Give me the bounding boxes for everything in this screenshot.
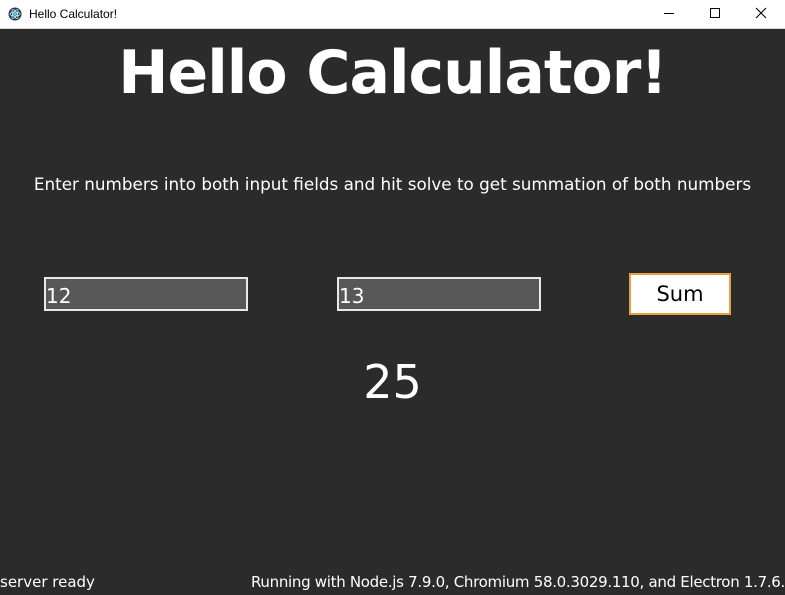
page-title: Hello Calculator! [118, 38, 667, 108]
second-number-input[interactable] [337, 277, 541, 311]
minimize-button[interactable] [646, 0, 692, 29]
result-value: 25 [363, 355, 422, 409]
first-number-input[interactable] [44, 277, 248, 311]
maximize-button[interactable] [692, 0, 738, 29]
window-titlebar: Hello Calculator! [0, 0, 785, 29]
close-icon [755, 6, 767, 24]
close-button[interactable] [738, 0, 784, 29]
window-title: Hello Calculator! [29, 7, 118, 21]
sum-button[interactable]: Sum [629, 273, 731, 315]
server-status-text: server ready [0, 573, 95, 591]
maximize-icon [709, 6, 721, 24]
instructions-text: Enter numbers into both input fields and… [33, 174, 752, 194]
electron-atom-icon [8, 7, 22, 21]
minimize-icon [663, 6, 675, 24]
version-info-text: Running with Node.js 7.9.0, Chromium 58.… [250, 573, 785, 591]
